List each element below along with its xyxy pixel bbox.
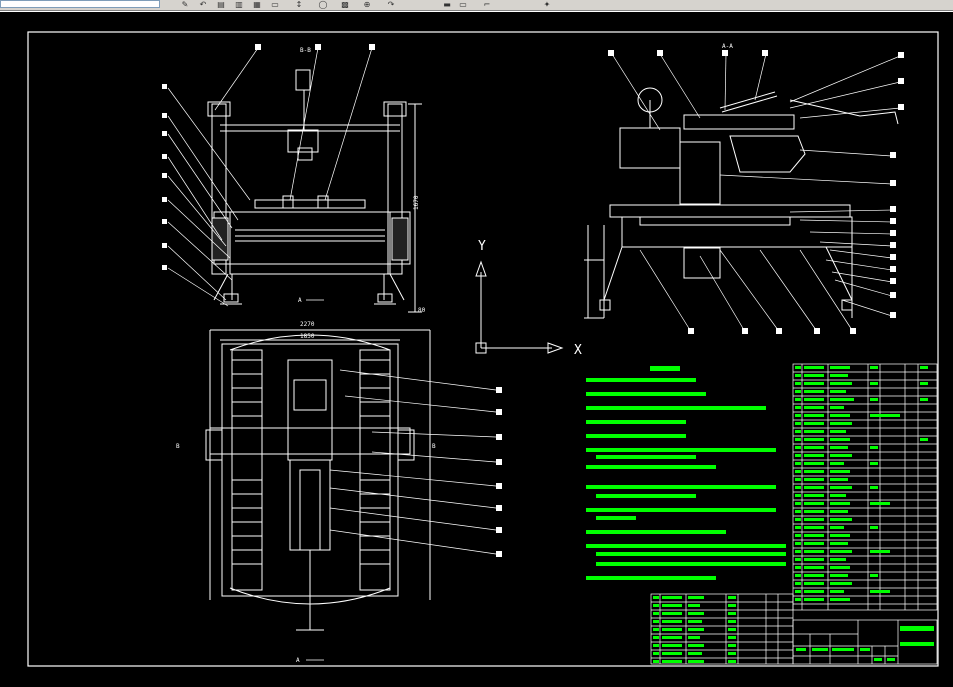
arrow-icon[interactable]: ▭ xyxy=(456,0,470,9)
top-view-balloons xyxy=(496,387,502,557)
tool-icon[interactable]: ⌐ xyxy=(480,0,494,9)
cad-toolbar: ✎ ↶ ▤ ▥ ▦ ▭ ↕ ◯ ▩ ⊕ ↷ ▬ ▭ ⌐ ✦ xyxy=(0,0,953,11)
section-aa-view xyxy=(584,87,899,319)
section-aa-balloons xyxy=(608,50,904,334)
ucs-y-label: Y xyxy=(478,239,486,254)
front-leaders xyxy=(167,47,373,307)
parts-list-2-text xyxy=(653,596,736,663)
pen-icon[interactable]: ✎ xyxy=(178,0,192,9)
dim-width-inner: 1850 xyxy=(300,333,315,340)
redo-icon[interactable]: ↷ xyxy=(384,0,398,9)
ucs-icon xyxy=(475,260,564,354)
layer-dropdown[interactable] xyxy=(0,0,160,8)
label-a-left: A xyxy=(298,297,302,304)
parts-list-text xyxy=(795,366,928,601)
front-view xyxy=(207,69,422,313)
drawing-canvas: B-B 1670 80 A 2270 1850 B B A Y X A-A xyxy=(27,31,939,667)
line-icon[interactable]: ▬ xyxy=(440,0,454,9)
section-bb-label: B-B xyxy=(300,47,311,54)
cursor-icon[interactable]: ↕ xyxy=(292,0,306,9)
cad-model-space[interactable]: B-B 1670 80 A 2270 1850 B B A Y X A-A xyxy=(0,12,953,687)
label-a-bottom: A xyxy=(296,657,300,664)
settings-icon[interactable]: ✦ xyxy=(540,0,554,9)
undo-icon[interactable]: ↶ xyxy=(196,0,210,9)
zoom-icon[interactable]: ⊕ xyxy=(360,0,374,9)
copy-icon[interactable]: ▤ xyxy=(214,0,228,9)
rect-icon[interactable]: ▭ xyxy=(268,0,282,9)
dim-height: 1670 xyxy=(413,195,420,210)
dim-base: 80 xyxy=(418,307,426,314)
label-b-right: B xyxy=(432,443,436,450)
section-aa-label: A-A xyxy=(722,43,733,50)
top-view xyxy=(205,329,431,631)
grid-icon[interactable]: ▩ xyxy=(338,0,352,9)
drawing-frame xyxy=(27,31,939,667)
top-view-leaders xyxy=(329,369,497,555)
circle-icon[interactable]: ◯ xyxy=(316,0,330,9)
paste-icon[interactable]: ▥ xyxy=(232,0,246,9)
section-aa-leaders xyxy=(611,53,901,331)
window-icon[interactable]: ▦ xyxy=(250,0,264,9)
label-b-left: B xyxy=(176,443,180,450)
dim-width-top: 2270 xyxy=(300,321,315,328)
ucs-x-label: X xyxy=(574,343,582,358)
technical-notes xyxy=(586,366,786,580)
